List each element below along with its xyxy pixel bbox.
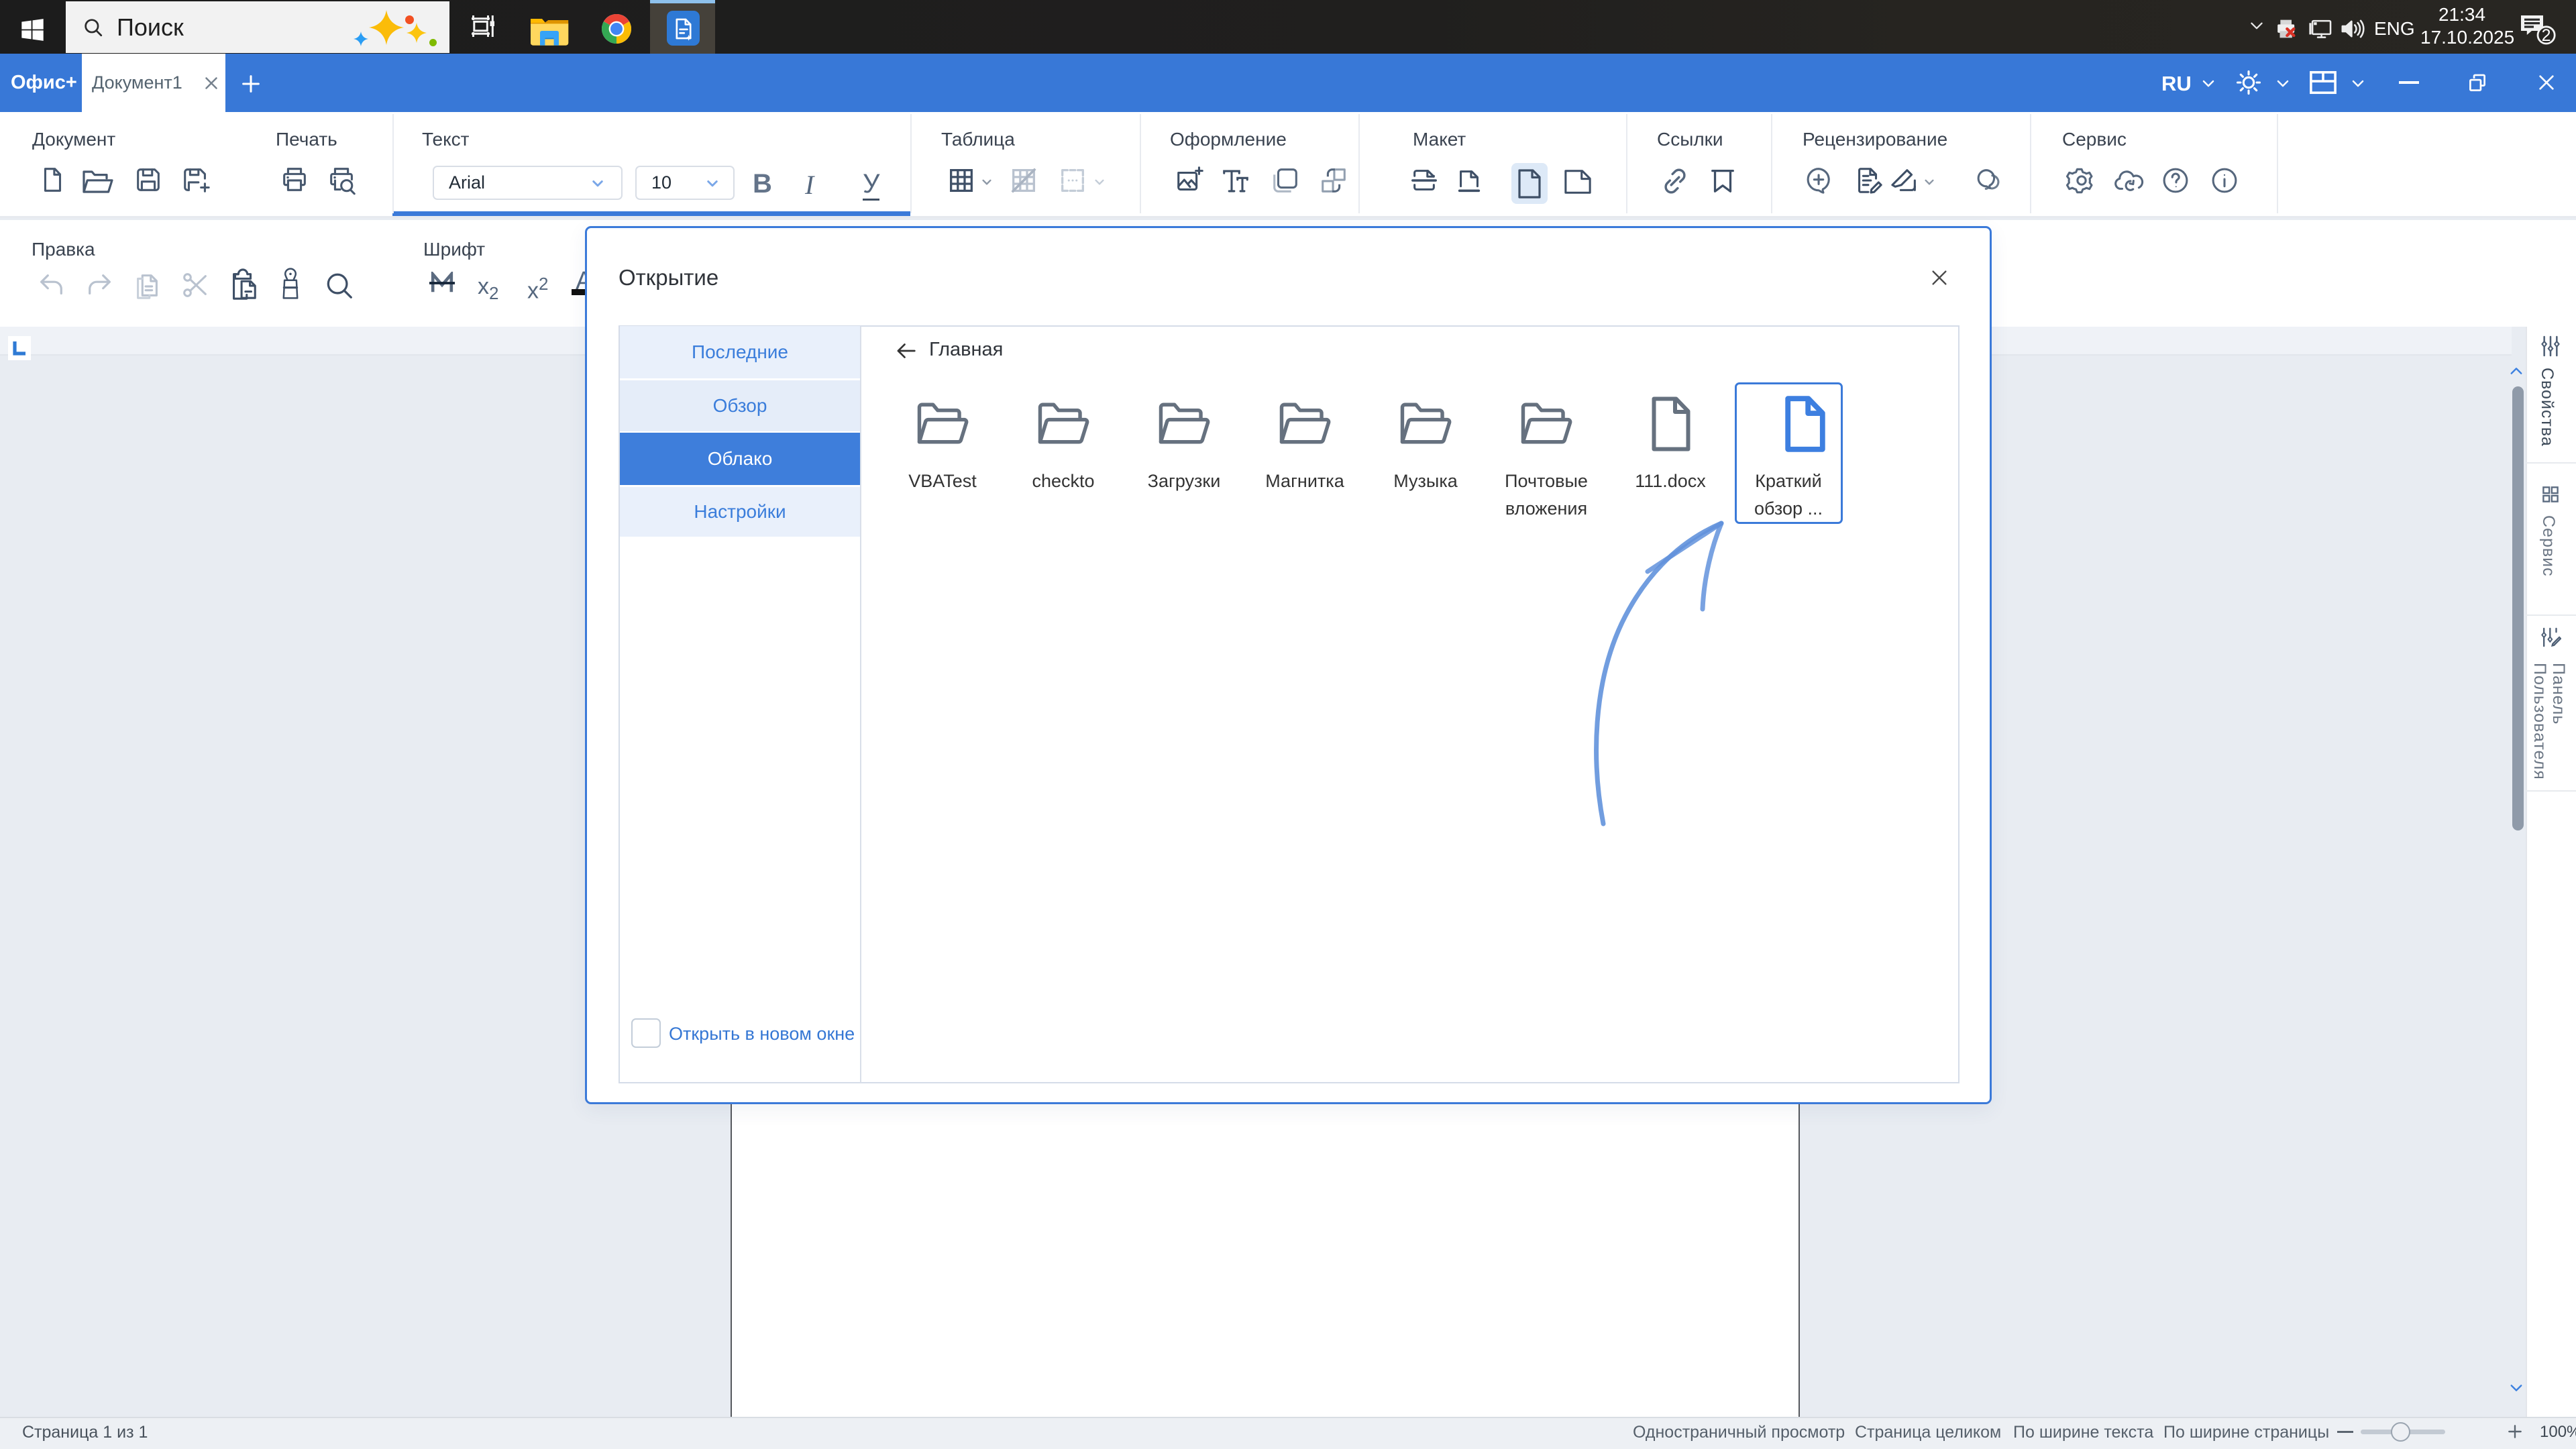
svg-text:2: 2 — [2542, 26, 2551, 45]
